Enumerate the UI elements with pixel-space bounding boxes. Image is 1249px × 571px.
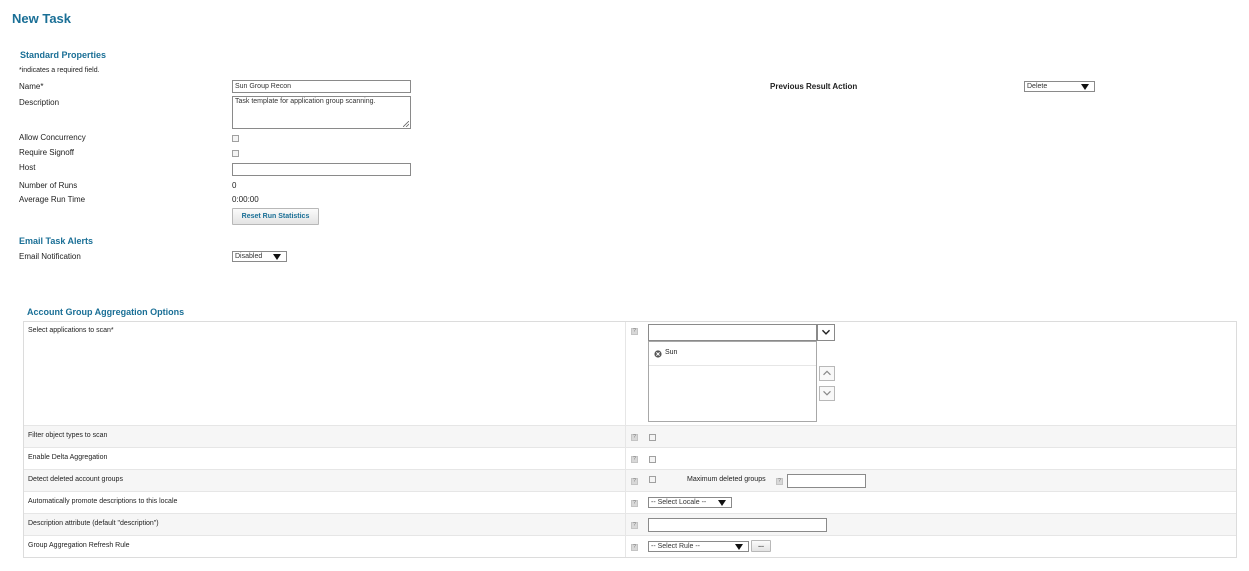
max-deleted-label: Maximum deleted groups <box>687 476 766 483</box>
description-text: Task template for application group scan… <box>235 98 376 105</box>
move-down-button[interactable] <box>819 386 835 401</box>
average-run-time-label: Average Run Time <box>19 195 86 204</box>
required-field-note: *indicates a required field. <box>19 67 100 74</box>
description-textarea[interactable]: Task template for application group scan… <box>232 96 411 129</box>
desc-attr-row: Description attribute (default "descript… <box>24 514 1236 536</box>
filter-label: Filter object types to scan <box>28 432 108 439</box>
require-signoff-label: Require Signoff <box>19 148 74 157</box>
chevron-down-icon <box>823 390 831 396</box>
aggregation-options-heading: Account Group Aggregation Options <box>27 307 185 317</box>
reset-run-statistics-button[interactable]: Reset Run Statistics <box>232 208 319 225</box>
rule-select[interactable]: -- Select Rule -- <box>648 541 749 552</box>
allow-concurrency-label: Allow Concurrency <box>19 133 86 142</box>
remove-icon[interactable] <box>654 350 662 358</box>
detect-deleted-checkbox[interactable] <box>649 476 656 483</box>
average-run-time-value: 0:00:00 <box>232 195 259 204</box>
required-marker: * <box>40 82 44 91</box>
previous-result-action-value: Delete <box>1027 83 1048 90</box>
dropdown-arrow-icon <box>718 500 726 506</box>
locale-select-value: -- Select Locale -- <box>651 499 707 506</box>
description-label: Description <box>19 98 60 107</box>
number-of-runs-label: Number of Runs <box>19 181 78 190</box>
email-notification-value: Disabled <box>235 253 263 260</box>
promote-row: Automatically promote descriptions to th… <box>24 492 1236 514</box>
selected-app-label: Sun <box>665 349 678 356</box>
help-icon[interactable]: ? <box>631 500 638 507</box>
name-input[interactable]: Sun Group Recon <box>232 80 411 93</box>
email-notification-label: Email Notification <box>19 252 81 261</box>
resize-grip-icon[interactable] <box>403 121 409 127</box>
selected-apps-list: Sun <box>648 341 817 422</box>
page-title: New Task <box>12 11 72 26</box>
list-item[interactable]: Sun <box>649 342 816 366</box>
filter-checkbox[interactable] <box>649 434 656 441</box>
help-icon[interactable]: ? <box>631 522 638 529</box>
dropdown-arrow-icon <box>735 544 743 550</box>
dropdown-arrow-icon <box>1081 84 1089 90</box>
rule-browse-button[interactable]: ... <box>751 540 771 552</box>
chevron-up-icon <box>823 370 831 376</box>
filter-row: Filter object types to scan ? <box>24 426 1236 448</box>
help-icon[interactable]: ? <box>776 478 783 485</box>
locale-select[interactable]: -- Select Locale -- <box>648 497 732 508</box>
email-notification-select[interactable]: Disabled <box>232 251 287 262</box>
previous-result-action-select[interactable]: Delete <box>1024 81 1095 92</box>
name-label: Name* <box>19 82 44 91</box>
dropdown-arrow-icon <box>273 254 281 260</box>
required-marker: * <box>110 327 114 334</box>
email-task-alerts-heading: Email Task Alerts <box>19 236 94 246</box>
chevron-down-icon <box>821 329 831 335</box>
detect-deleted-label: Detect deleted account groups <box>28 476 123 483</box>
refresh-rule-row: Group Aggregation Refresh Rule ? -- Sele… <box>24 536 1236 557</box>
help-icon[interactable]: ? <box>631 544 638 551</box>
delta-checkbox[interactable] <box>649 456 656 463</box>
refresh-rule-label: Group Aggregation Refresh Rule <box>28 542 130 549</box>
help-icon[interactable]: ? <box>631 456 638 463</box>
apps-search-input[interactable] <box>648 324 817 341</box>
delta-label: Enable Delta Aggregation <box>28 454 108 461</box>
desc-attr-label: Description attribute (default "descript… <box>28 520 159 527</box>
desc-attr-input[interactable] <box>648 518 827 532</box>
help-icon[interactable]: ? <box>631 478 638 485</box>
apps-row: Select applications to scan* ? Sun <box>24 322 1236 426</box>
apps-dropdown-button[interactable] <box>817 324 835 341</box>
host-input[interactable] <box>232 163 411 176</box>
move-up-button[interactable] <box>819 366 835 381</box>
host-label: Host <box>19 163 36 172</box>
promote-label: Automatically promote descriptions to th… <box>28 498 178 505</box>
help-icon[interactable]: ? <box>631 328 638 335</box>
max-deleted-input[interactable] <box>787 474 866 488</box>
rule-select-value: -- Select Rule -- <box>651 543 701 550</box>
number-of-runs-value: 0 <box>232 181 237 190</box>
delta-row: Enable Delta Aggregation ? <box>24 448 1236 470</box>
require-signoff-checkbox[interactable] <box>232 150 239 157</box>
apps-label: Select applications to scan* <box>28 327 114 334</box>
standard-properties-heading: Standard Properties <box>20 50 107 60</box>
detect-deleted-row: Detect deleted account groups ? Maximum … <box>24 470 1236 492</box>
help-icon[interactable]: ? <box>631 434 638 441</box>
aggregation-options-table: Select applications to scan* ? Sun Filte… <box>23 321 1237 558</box>
allow-concurrency-checkbox[interactable] <box>232 135 239 142</box>
previous-result-action-label: Previous Result Action <box>770 82 858 91</box>
